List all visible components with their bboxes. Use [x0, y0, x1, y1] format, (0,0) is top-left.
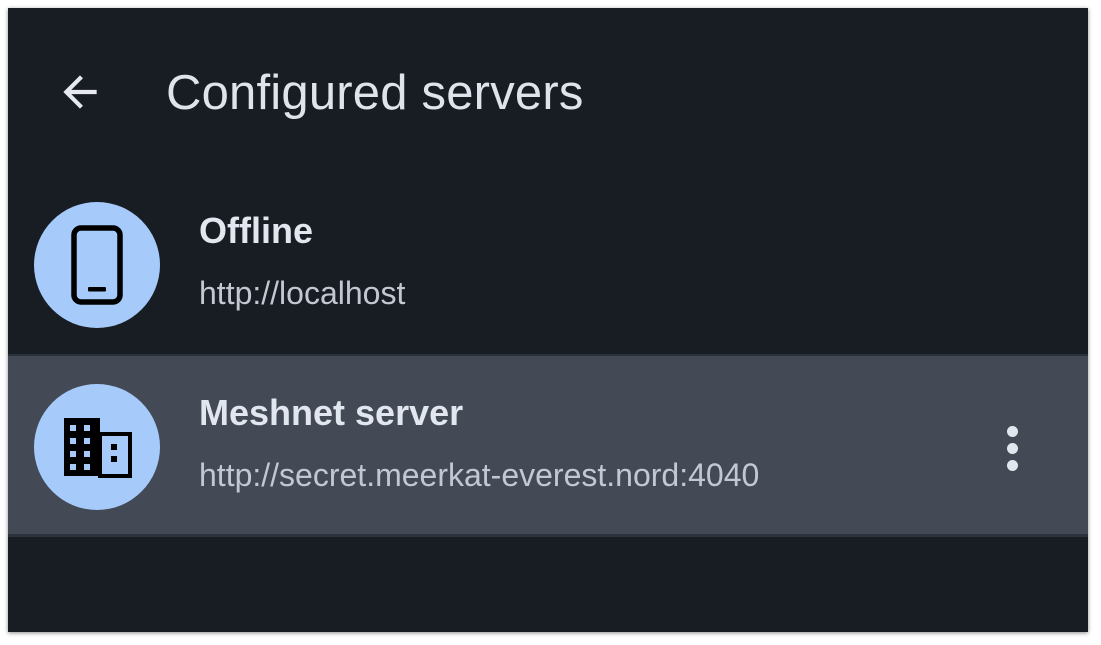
more-options-button[interactable] — [988, 412, 1036, 484]
back-button[interactable] — [46, 58, 114, 126]
app-window: Configured servers Offline http://localh… — [8, 8, 1088, 632]
top-app-bar: Configured servers — [8, 8, 1088, 184]
server-item-offline[interactable]: Offline http://localhost — [8, 176, 1088, 356]
page-title: Configured servers — [166, 66, 584, 120]
server-avatar — [34, 202, 160, 328]
arrow-back-icon — [63, 75, 97, 109]
more-vert-icon — [1006, 425, 1018, 437]
more-vert-dot — [1006, 442, 1018, 454]
smartphone-icon — [71, 225, 123, 305]
server-url: http://secret.meerkat-everest.nord:4040 — [199, 457, 760, 493]
building-icon — [64, 418, 132, 478]
server-item-meshnet[interactable]: Meshnet server http://secret.meerkat-eve… — [8, 354, 1088, 537]
more-vert-dot — [1006, 459, 1018, 471]
server-name: Meshnet server — [199, 392, 464, 433]
server-url: http://localhost — [199, 275, 406, 311]
server-name: Offline — [199, 210, 313, 251]
server-avatar — [34, 384, 160, 510]
